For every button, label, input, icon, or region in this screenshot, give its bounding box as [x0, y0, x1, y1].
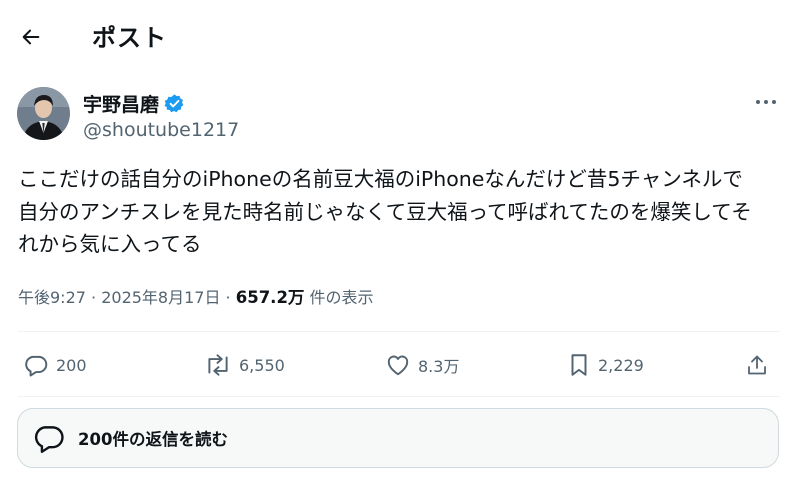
- reply-icon: [25, 355, 48, 377]
- bookmark-button[interactable]: 2,229: [567, 344, 644, 386]
- like-button[interactable]: 8.3万: [385, 344, 459, 386]
- top-bar: ポスト: [0, 0, 800, 74]
- page-title: ポスト: [92, 24, 167, 52]
- like-count: 8.3万: [418, 357, 460, 376]
- arrow-left-icon: [22, 29, 40, 45]
- action-bar: 200 6,550 8.3万 2,229: [0, 344, 800, 386]
- author-name-row: 宇野昌磨: [83, 90, 185, 117]
- divider: [18, 396, 780, 397]
- avatar[interactable]: [17, 87, 70, 140]
- tweet-meta: 午後9:27 · 2025年8月17日 · 657.2万 件の表示: [18, 284, 374, 308]
- share-icon: [748, 355, 766, 375]
- back-button[interactable]: [14, 20, 48, 54]
- views-count: 657.2万: [235, 288, 305, 307]
- verified-badge-icon: [164, 94, 184, 113]
- repost-icon: [208, 354, 228, 376]
- more-options-button[interactable]: [752, 92, 780, 112]
- tweet-text: ここだけの話自分のiPhoneの名前豆大福のiPhoneなんだけど昔5チャンネル…: [18, 167, 752, 256]
- meta-separator: ·: [220, 288, 236, 307]
- divider: [18, 331, 780, 332]
- author-name[interactable]: 宇野昌磨: [83, 90, 159, 117]
- repost-button[interactable]: 6,550: [204, 344, 285, 386]
- heart-icon: [387, 355, 409, 376]
- views-label: 件の表示: [309, 288, 374, 307]
- share-button[interactable]: [745, 344, 769, 386]
- reply-count: 200: [56, 355, 87, 375]
- read-replies-button[interactable]: 200件の返信を読む: [17, 408, 779, 468]
- bookmark-count: 2,229: [598, 355, 644, 375]
- tweet-date[interactable]: 2025年8月17日: [101, 284, 220, 308]
- read-replies-label: 200件の返信を読む: [78, 430, 228, 449]
- meta-separator: ·: [85, 288, 102, 307]
- more-horizontal-icon: [756, 100, 776, 104]
- author-handle[interactable]: @shoutube1217: [83, 119, 239, 141]
- tweet-time[interactable]: 午後9:27: [18, 284, 86, 308]
- reply-icon: [34, 426, 64, 453]
- repost-count: 6,550: [239, 355, 285, 375]
- reply-button[interactable]: 200: [23, 344, 87, 386]
- bookmark-icon: [571, 354, 587, 376]
